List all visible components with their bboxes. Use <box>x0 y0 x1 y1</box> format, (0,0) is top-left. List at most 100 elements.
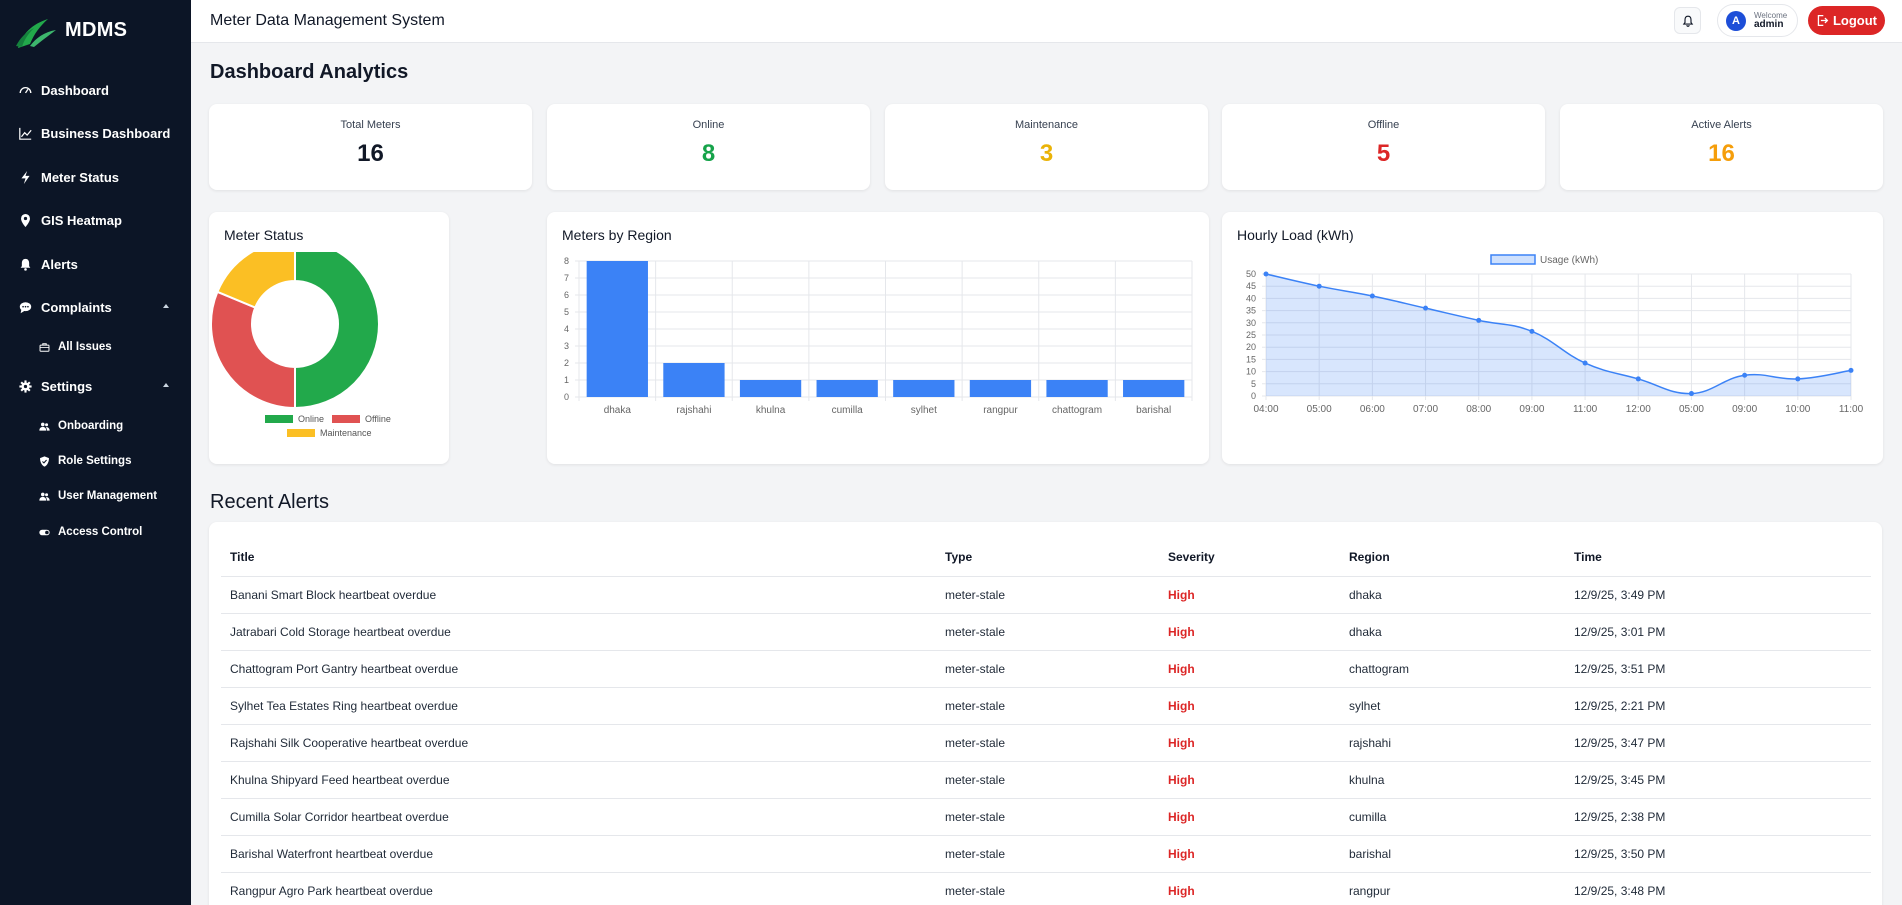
y-tick-label: 1 <box>564 375 569 385</box>
alert-severity: High <box>1159 650 1340 688</box>
sidebar-subitem-onboarding[interactable]: Onboarding <box>0 411 191 441</box>
alert-type: meter-stale <box>936 576 1159 614</box>
table-row[interactable]: Rajshahi Silk Cooperative heartbeat over… <box>221 724 1871 762</box>
x-tick-label: chattogram <box>1052 405 1102 416</box>
caret-up-icon <box>163 383 169 387</box>
recent-alerts-table: Title Type Severity Region Time Banani Smart… <box>221 538 1871 905</box>
stat-label: Offline <box>1367 119 1400 131</box>
y-tick-label: 5 <box>1251 379 1256 389</box>
alert-title: Khulna Shipyard Feed heartbeat overdue <box>221 761 936 799</box>
table-row[interactable]: Jatrabari Cold Storage heartbeat overdue… <box>221 613 1871 651</box>
alert-type: meter-stale <box>936 613 1159 651</box>
stat-label: Total Meters <box>340 119 401 131</box>
sidebar-item-label: Settings <box>41 378 93 394</box>
pie-slice-offline <box>210 290 296 410</box>
users-icon <box>39 492 50 501</box>
bar-cumilla <box>816 380 878 397</box>
table-header-row: Title Type Severity Region Time <box>221 538 1871 577</box>
alert-title: Rangpur Agro Park heartbeat overdue <box>221 872 936 905</box>
alert-region: khulna <box>1340 761 1565 799</box>
sidebar-item-settings[interactable]: Settings <box>0 366 191 406</box>
x-tick-label: 06:00 <box>1360 404 1385 415</box>
column-header: Time <box>1565 538 1871 577</box>
user-name: admin <box>1754 18 1784 30</box>
data-point <box>1582 360 1588 366</box>
column-header: Title <box>221 538 936 577</box>
sidebar-item-alerts[interactable]: Alerts <box>0 244 191 284</box>
meters-by-region-bar-chart: 0 1 2 3 4 5 6 7 8 dhaka rajshahi khulna cumilla sylhe… <box>564 256 1193 416</box>
alert-time: 12/9/25, 3:50 PM <box>1565 835 1871 873</box>
sidebar-item-complaints[interactable]: Complaints <box>0 287 191 327</box>
shield-icon <box>40 455 49 467</box>
y-tick-label: 45 <box>1246 281 1256 291</box>
sidebar-item-dashboard[interactable]: Dashboard <box>0 70 191 110</box>
recent-alerts-table-card: Title Type Severity Region Time Banani Smart… <box>209 522 1882 905</box>
alert-time: 12/9/25, 2:38 PM <box>1565 798 1871 836</box>
column-header: Type <box>936 538 1159 577</box>
toggle-icon <box>39 529 50 535</box>
x-tick-label: barishal <box>1136 405 1171 416</box>
alert-time: 12/9/25, 3:49 PM <box>1565 576 1871 614</box>
page-title: Dashboard Analytics <box>210 61 409 83</box>
table-row[interactable]: Rangpur Agro Park heartbeat overdue meter… <box>221 872 1871 905</box>
stat-value: 8 <box>701 140 716 167</box>
y-tick-label: 8 <box>564 256 569 266</box>
legend-swatch <box>1490 254 1536 265</box>
alert-type: meter-stale <box>936 761 1159 799</box>
sidebar-subitem-all-issues[interactable]: All Issues <box>0 332 191 362</box>
data-point <box>1316 283 1322 289</box>
stat-value: 3 <box>1039 140 1054 167</box>
table-row[interactable]: Barishal Waterfront heartbeat overdue met… <box>221 835 1871 873</box>
x-tick-label: 10:00 <box>1785 404 1810 415</box>
legend-label: Offline <box>365 414 391 424</box>
sidebar-item-label: Business Dashboard <box>41 125 171 141</box>
alert-title: Barishal Waterfront heartbeat overdue <box>221 835 936 873</box>
sidebar-subitem-label: Onboarding <box>58 420 124 432</box>
table-row[interactable]: Cumilla Solar Corridor heartbeat overdue… <box>221 798 1871 836</box>
x-tick-label: 05:00 <box>1307 404 1332 415</box>
sidebar-item-label: Complaints <box>41 299 112 315</box>
sidebar-item-meter-status[interactable]: Meter Status <box>0 157 191 197</box>
logout-button[interactable]: Logout <box>1808 6 1885 35</box>
sidebar-subitem-access-control[interactable]: Access Control <box>0 517 191 547</box>
data-point <box>1688 391 1694 397</box>
x-tick-label: 12:00 <box>1626 404 1651 415</box>
alert-region: rangpur <box>1340 872 1565 905</box>
sidebar-subitem-role-settings[interactable]: Role Settings <box>0 446 191 476</box>
users-icon <box>39 422 50 431</box>
user-menu[interactable]: A Welcome admin <box>1717 4 1798 37</box>
sidebar-item-label: Dashboard <box>41 82 109 98</box>
top-bar: Meter Data Management System A Welcome a… <box>191 0 1902 43</box>
sidebar-item-business-dashboard[interactable]: Business Dashboard <box>0 113 191 153</box>
stat-value: 16 <box>1708 140 1735 167</box>
recent-alerts-title: Recent Alerts <box>210 491 329 513</box>
legend-swatch-online <box>265 415 293 423</box>
table-row[interactable]: Sylhet Tea Estates Ring heartbeat overdu… <box>221 687 1871 725</box>
alert-type: meter-stale <box>936 872 1159 905</box>
sidebar-item-gis-heatmap[interactable]: GIS Heatmap <box>0 200 191 240</box>
bar-khulna <box>739 380 802 397</box>
bar-rajshahi <box>663 363 725 397</box>
y-tick-label: 5 <box>564 307 569 317</box>
alert-region: barishal <box>1340 835 1565 873</box>
table-row[interactable]: Chattogram Port Gantry heartbeat overdue… <box>221 650 1871 688</box>
bar-dhaka <box>586 261 648 397</box>
x-tick-label: 08:00 <box>1466 404 1491 415</box>
alert-type: meter-stale <box>936 724 1159 762</box>
sidebar-subitem-user-management[interactable]: User Management <box>0 481 191 511</box>
sidebar-subitem-label: All Issues <box>58 341 112 353</box>
alert-type: meter-stale <box>936 835 1159 873</box>
alert-severity: High <box>1159 798 1340 836</box>
dashboard-icon <box>19 86 32 93</box>
table-row[interactable]: Banani Smart Block heartbeat overdue mete… <box>221 576 1871 614</box>
alert-title: Cumilla Solar Corridor heartbeat overdue <box>221 798 936 836</box>
table-row[interactable]: Khulna Shipyard Feed heartbeat overdue me… <box>221 761 1871 799</box>
app-title: Meter Data Management System <box>210 12 445 29</box>
legend-swatch-offline <box>332 415 360 423</box>
sidebar: MDMS Dashboard Business Dashboard Meter … <box>0 0 191 905</box>
gear-icon <box>19 379 32 393</box>
alert-type: meter-stale <box>936 687 1159 725</box>
sidebar-item-label: Meter Status <box>41 169 120 185</box>
x-tick-label: dhaka <box>604 405 632 416</box>
notifications-button[interactable] <box>1674 7 1701 34</box>
